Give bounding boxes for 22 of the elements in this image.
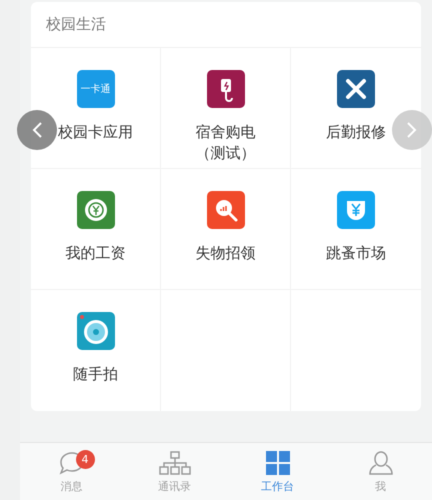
plug-icon: [206, 70, 244, 108]
section-title: 校园生活: [46, 15, 106, 34]
tab[interactable]: 工作台: [226, 443, 329, 500]
org-chart-icon: [158, 450, 190, 476]
yen-icon: [337, 191, 375, 229]
app-label[interactable]: 宿舍购电（测试）: [186, 122, 264, 164]
icon-text: 一卡通: [80, 82, 110, 96]
app-label[interactable]: 随手拍: [73, 364, 118, 385]
person-icon: [366, 450, 394, 476]
tab[interactable]: 消息 4: [20, 443, 123, 500]
camera-icon: [76, 312, 114, 350]
search-icon: [206, 191, 244, 229]
app-label[interactable]: 失物招领: [196, 243, 256, 264]
unread-badge: 4: [76, 450, 94, 469]
chevron-left-icon: [31, 121, 43, 139]
app-label[interactable]: 跳蚤市场: [326, 243, 386, 264]
app-label[interactable]: 校园卡应用: [58, 122, 133, 143]
app-label[interactable]: 我的工资: [66, 243, 126, 264]
coin-icon: [76, 191, 114, 229]
app-label[interactable]: 后勤报修: [326, 122, 386, 143]
grid-icon: [264, 450, 290, 476]
chevron-right-icon: [406, 121, 418, 139]
